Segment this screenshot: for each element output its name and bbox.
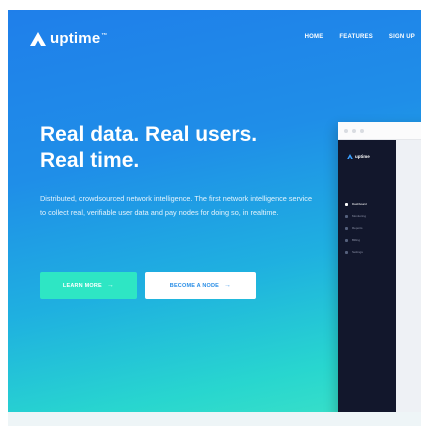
settings-icon (345, 250, 348, 254)
dashboard-icon (345, 202, 348, 206)
window-dot-icon (360, 128, 364, 133)
bottom-strip (8, 412, 421, 426)
app-preview-content (396, 140, 421, 420)
app-preview-sidebar: uptime Dashboard Monitoring Reports Bill… (338, 140, 396, 420)
brand-logo[interactable]: uptime™ (30, 30, 108, 47)
nav-home-link[interactable]: HOME (305, 34, 324, 40)
become-a-node-button[interactable]: BECOME A NODE → (145, 272, 256, 299)
nav-features-link[interactable]: FEATURES (339, 34, 373, 40)
app-preview-window: uptime Dashboard Monitoring Reports Bill… (338, 122, 421, 420)
app-menu-item-dashboard: Dashboard (345, 198, 367, 210)
monitoring-icon (345, 214, 348, 218)
window-dot-icon (344, 128, 348, 133)
arrow-right-icon: → (224, 282, 232, 289)
app-menu-item-settings: Settings (345, 246, 367, 258)
hero-subtitle: Distributed, crowdsourced network intell… (40, 194, 313, 217)
hero-title: Real data. Real users. Real time. (40, 122, 340, 174)
app-menu-item-reports: Reports (345, 222, 367, 234)
top-nav: HOME FEATURES SIGN UP (305, 34, 415, 40)
uptime-logo-icon (347, 154, 353, 159)
learn-more-button[interactable]: LEARN MORE → (40, 272, 137, 299)
app-preview-menu: Dashboard Monitoring Reports Billing Set… (345, 198, 367, 258)
hero-title-line-1: Real data. Real users. (40, 123, 258, 146)
reports-icon (345, 226, 348, 230)
nav-signup-link[interactable]: SIGN UP (389, 34, 415, 40)
uptime-logo-icon (30, 31, 46, 46)
app-preview-titlebar (338, 122, 421, 140)
app-menu-item-monitoring: Monitoring (345, 210, 367, 222)
app-menu-item-billing: Billing (345, 234, 367, 246)
app-preview-logo: uptime (347, 154, 370, 159)
billing-icon (345, 238, 348, 242)
brand-name: uptime™ (50, 30, 108, 47)
window-dot-icon (352, 128, 356, 133)
hero-title-line-2: Real time. (40, 149, 140, 172)
arrow-right-icon: → (106, 282, 115, 289)
hero-section: uptime™ HOME FEATURES SIGN UP Real data.… (8, 10, 421, 420)
